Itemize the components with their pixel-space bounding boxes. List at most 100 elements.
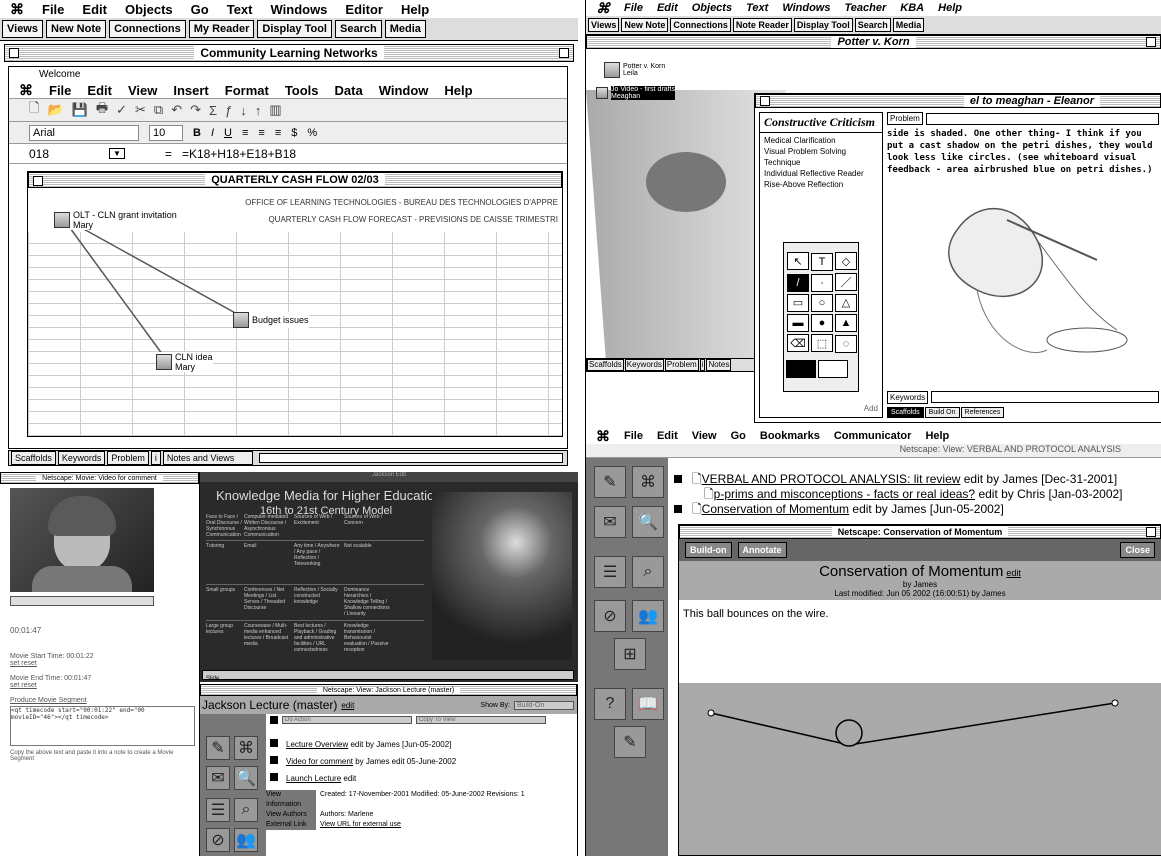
- network-nav-icon[interactable]: ⌘: [632, 466, 664, 498]
- tab-scaffolds[interactable]: Scaffolds: [11, 451, 56, 465]
- new-note-button[interactable]: New Note: [621, 18, 669, 32]
- menu-objects[interactable]: Objects: [125, 2, 173, 17]
- start-set-reset-link[interactable]: set reset: [10, 660, 199, 667]
- lecture-item-link[interactable]: Launch Lecture: [286, 774, 341, 783]
- excel-menu-edit[interactable]: Edit: [87, 83, 112, 98]
- close-box-icon[interactable]: [9, 48, 19, 58]
- rect-tool-icon[interactable]: ▭: [787, 293, 809, 312]
- excel-menu-window[interactable]: Window: [379, 83, 429, 98]
- momentum-edit-link[interactable]: edit: [1006, 568, 1021, 578]
- note-text[interactable]: side is shaded. One other thing- I think…: [887, 128, 1159, 188]
- excel-menu-insert[interactable]: Insert: [173, 83, 208, 98]
- fill-poly-tool-icon[interactable]: ▲: [835, 314, 857, 332]
- undo-icon[interactable]: ↶: [171, 102, 182, 118]
- video-controls[interactable]: [10, 596, 154, 606]
- text-tool-icon[interactable]: T: [811, 252, 833, 271]
- eraser-tool-icon[interactable]: ⌫: [787, 334, 809, 352]
- menu-objects[interactable]: Objects: [692, 2, 732, 14]
- font-size-select[interactable]: 10: [149, 124, 183, 141]
- pencil-nav-icon[interactable]: ✎: [206, 736, 230, 760]
- slide-control-label[interactable]: Slide: [203, 676, 219, 682]
- video-titlebar[interactable]: Netscape: Movie: Video for comment: [0, 472, 199, 484]
- keywords-label[interactable]: Keywords: [887, 391, 929, 404]
- horizontal-scrollbar[interactable]: [258, 453, 563, 463]
- cln-titlebar[interactable]: Community Learning Networks: [4, 44, 574, 62]
- lecture-item-link[interactable]: Lecture Overview: [286, 740, 348, 749]
- sort-asc-icon[interactable]: ↓: [240, 103, 247, 118]
- problem-input[interactable]: [925, 112, 1159, 125]
- apple-icon[interactable]: ⌘: [596, 0, 610, 17]
- lecture-titlebar[interactable]: Netscape: View: Jackson Lecture (master): [200, 684, 577, 696]
- chat-nav-icon[interactable]: ✉: [594, 506, 626, 538]
- fill-tool-icon[interactable]: ◇: [835, 252, 857, 270]
- align-left-icon[interactable]: ≡: [242, 127, 248, 139]
- tab-keywords[interactable]: Keywords: [57, 451, 106, 465]
- zoom-box-icon[interactable]: [1146, 37, 1156, 47]
- function-icon[interactable]: ƒ: [225, 103, 232, 118]
- align-center-icon[interactable]: ≡: [258, 127, 264, 139]
- tab-references[interactable]: References: [960, 407, 1005, 418]
- underline-icon[interactable]: U: [224, 127, 232, 139]
- menu-go[interactable]: Go: [731, 430, 746, 442]
- chart-icon[interactable]: ▥: [269, 102, 281, 118]
- media-button[interactable]: Media: [384, 20, 426, 38]
- note-reader-button[interactable]: Note Reader: [732, 18, 792, 32]
- menu-text[interactable]: Text: [746, 2, 768, 14]
- line-tool-icon[interactable]: ／: [835, 272, 857, 291]
- tab-problem[interactable]: Problem: [664, 359, 699, 371]
- view-item-link[interactable]: Conservation of Momentum: [702, 502, 849, 516]
- pencil-nav-icon[interactable]: ✎: [594, 466, 626, 498]
- copy-to-view-select[interactable]: Copy To View: [416, 716, 546, 724]
- white-swatch[interactable]: [818, 359, 848, 378]
- apple-icon[interactable]: ⌘: [10, 1, 24, 18]
- criticism-item[interactable]: Rise-Above Reflection: [764, 179, 880, 190]
- excel-menu-file[interactable]: File: [49, 83, 71, 98]
- menu-windows[interactable]: Windows: [782, 2, 830, 14]
- menu-file[interactable]: File: [624, 2, 643, 14]
- italic-icon[interactable]: I: [211, 127, 214, 139]
- tab-scaffolds[interactable]: Scaffolds: [587, 359, 624, 371]
- action-checkbox[interactable]: [270, 716, 278, 724]
- add-button[interactable]: Add: [864, 404, 878, 413]
- tab-info[interactable]: i: [150, 451, 161, 465]
- fill-rect-tool-icon[interactable]: ▬: [787, 314, 809, 332]
- menu-kba[interactable]: KBA: [900, 2, 924, 14]
- node-budget-issues[interactable]: Budget issues: [233, 312, 309, 328]
- tab-scaffolds[interactable]: Scaffolds: [887, 407, 924, 418]
- list-nav-icon[interactable]: ☰: [594, 556, 626, 588]
- menu-teacher[interactable]: Teacher: [845, 2, 887, 14]
- note-titlebar[interactable]: el to meaghan - Eleanor: [755, 94, 1161, 108]
- globe-nav-icon[interactable]: ⊘: [594, 600, 626, 632]
- save-icon[interactable]: 💾: [72, 102, 88, 118]
- chat-nav-icon[interactable]: ✉: [206, 766, 230, 790]
- currency-icon[interactable]: $: [291, 127, 297, 139]
- magnifier-nav-icon[interactable]: ⌕: [632, 556, 664, 588]
- font-select[interactable]: Arial: [29, 124, 139, 141]
- network-nav-icon[interactable]: ⌘: [234, 736, 258, 760]
- build-on-button[interactable]: Build-on: [685, 542, 732, 558]
- criticism-item[interactable]: Individual Reflective Reader: [764, 168, 880, 179]
- globe-nav-icon[interactable]: ⊘: [206, 828, 230, 852]
- node-cln-idea[interactable]: CLN idea Mary: [156, 352, 213, 372]
- zoom-box-icon[interactable]: [559, 48, 569, 58]
- my-reader-button[interactable]: My Reader: [188, 20, 255, 38]
- menu-help[interactable]: Help: [401, 2, 429, 17]
- views-button[interactable]: Views: [2, 20, 43, 38]
- cell-ref[interactable]: 018: [29, 147, 99, 161]
- annotate-button[interactable]: Annotate: [737, 542, 787, 558]
- tab-notes[interactable]: Notes: [706, 359, 732, 371]
- search-nav-icon[interactable]: 🔍: [234, 766, 258, 790]
- search-button[interactable]: Search: [334, 20, 382, 38]
- potter-titlebar[interactable]: Potter v. Korn: [586, 35, 1161, 49]
- view-item-link[interactable]: VERBAL AND PROTOCOL ANALYSIS: lit review: [702, 472, 961, 486]
- close-box-icon[interactable]: [760, 96, 770, 106]
- node-potter-korn[interactable]: Potter v. Korn Leila: [604, 62, 665, 78]
- excel-menu-tools[interactable]: Tools: [285, 83, 319, 98]
- percent-icon[interactable]: %: [307, 127, 317, 139]
- magnifier-nav-icon[interactable]: ⌕: [234, 798, 258, 822]
- media-button[interactable]: Media: [892, 18, 925, 32]
- tab-problem[interactable]: Problem: [107, 451, 149, 465]
- formula-input[interactable]: =K18+H18+E18+B18: [182, 147, 296, 161]
- arrow-tool-icon[interactable]: ↖: [787, 252, 809, 270]
- people-nav-icon[interactable]: 👥: [632, 600, 664, 632]
